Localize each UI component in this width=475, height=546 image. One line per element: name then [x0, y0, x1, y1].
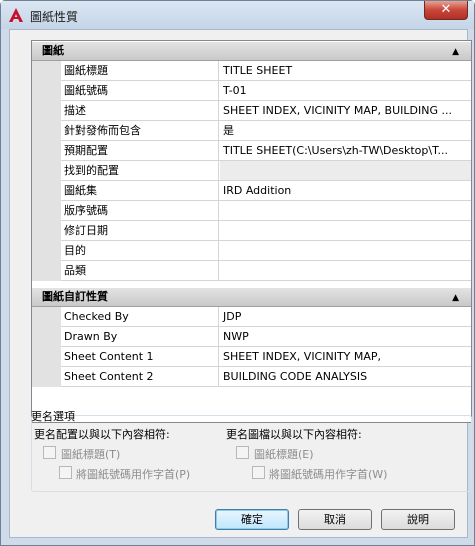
- property-name: 圖紙集: [61, 181, 219, 200]
- property-value[interactable]: [220, 261, 471, 280]
- sheet-title-drawing-label: 圖紙標題(E): [254, 448, 314, 461]
- sheet-properties-dialog: 圖紙性質 ✕ 圖紙 ▲ 圖紙標題 TITLE SHEET 圖紙號碼 T-01 描…: [0, 0, 475, 546]
- category-header-custom[interactable]: 圖紙自訂性質 ▲: [32, 287, 471, 307]
- category-header-sheet[interactable]: 圖紙 ▲: [32, 41, 471, 61]
- title-bar[interactable]: 圖紙性質 ✕: [1, 1, 474, 29]
- category-gutter: [32, 307, 61, 387]
- prefix-layout-checkbox[interactable]: [59, 466, 72, 479]
- property-name: 修訂日期: [61, 221, 219, 240]
- property-name: 版序號碼: [61, 201, 219, 220]
- sheet-title-layout-label: 圖紙標題(T): [61, 448, 121, 461]
- property-row[interactable]: 圖紙集 IRD Addition: [61, 181, 471, 201]
- property-name: 針對發佈而包含: [61, 121, 219, 140]
- rename-options-title: 更名選項: [31, 410, 75, 423]
- category-gutter: [32, 61, 61, 281]
- property-row[interactable]: Drawn By NWP: [61, 327, 471, 347]
- property-value[interactable]: SHEET INDEX, VICINITY MAP, BUILDING ...: [220, 101, 471, 120]
- property-value[interactable]: T-01: [220, 81, 471, 100]
- prefix-drawing-checkbox[interactable]: [252, 466, 265, 479]
- property-grid-area: 圖紙 ▲ 圖紙標題 TITLE SHEET 圖紙號碼 T-01 描述 SHEET…: [32, 41, 471, 422]
- property-name: Drawn By: [61, 327, 219, 346]
- prefix-layout-label: 將圖紙號碼用作字首(P): [76, 468, 191, 481]
- property-name: Checked By: [61, 307, 219, 326]
- property-name: 目的: [61, 241, 219, 260]
- property-row[interactable]: 品類: [61, 261, 471, 281]
- property-name: 預期配置: [61, 141, 219, 160]
- property-row[interactable]: Sheet Content 1 SHEET INDEX, VICINITY MA…: [61, 347, 471, 367]
- property-value[interactable]: [220, 241, 471, 260]
- collapse-arrow-icon[interactable]: ▲: [452, 289, 459, 307]
- property-value: [220, 161, 471, 180]
- property-row[interactable]: 目的: [61, 241, 471, 261]
- property-grid[interactable]: 圖紙 ▲ 圖紙標題 TITLE SHEET 圖紙號碼 T-01 描述 SHEET…: [31, 40, 472, 423]
- category-title: 圖紙: [42, 44, 64, 57]
- property-name: 找到的配置: [61, 161, 219, 180]
- prefix-drawing-label: 將圖紙號碼用作字首(W): [269, 468, 388, 481]
- property-row[interactable]: 版序號碼: [61, 201, 471, 221]
- dialog-body: 圖紙 ▲ 圖紙標題 TITLE SHEET 圖紙號碼 T-01 描述 SHEET…: [9, 29, 472, 538]
- property-value[interactable]: JDP: [220, 307, 471, 326]
- ok-button[interactable]: 確定: [215, 509, 289, 530]
- property-row[interactable]: 針對發佈而包含 是: [61, 121, 471, 141]
- property-value[interactable]: SHEET INDEX, VICINITY MAP,: [220, 347, 471, 366]
- property-name: 圖紙號碼: [61, 81, 219, 100]
- property-row[interactable]: 預期配置 TITLE SHEET(C:\Users\zh-TW\Desktop\…: [61, 141, 471, 161]
- sheet-title-layout-checkbox[interactable]: [43, 446, 56, 459]
- property-row[interactable]: 圖紙標題 TITLE SHEET: [61, 61, 471, 81]
- property-name: 品類: [61, 261, 219, 280]
- property-value[interactable]: IRD Addition: [220, 181, 471, 200]
- property-row[interactable]: Sheet Content 2 BUILDING CODE ANALYSIS: [61, 367, 471, 387]
- property-value[interactable]: 是: [220, 121, 471, 140]
- close-icon: ✕: [440, 2, 452, 17]
- property-name: 描述: [61, 101, 219, 120]
- property-value[interactable]: TITLE SHEET: [220, 61, 471, 80]
- rename-layout-heading: 更名配置以與以下內容相符:: [34, 428, 170, 441]
- property-row[interactable]: 描述 SHEET INDEX, VICINITY MAP, BUILDING .…: [61, 101, 471, 121]
- sheet-title-drawing-checkbox[interactable]: [236, 446, 249, 459]
- help-button[interactable]: 說明: [381, 509, 455, 530]
- property-value[interactable]: NWP: [220, 327, 471, 346]
- rename-drawing-heading: 更名圖檔以與以下內容相符:: [226, 428, 362, 441]
- window-title: 圖紙性質: [30, 10, 79, 24]
- category-title: 圖紙自訂性質: [42, 290, 108, 303]
- property-name: 圖紙標題: [61, 61, 219, 80]
- property-value[interactable]: [220, 201, 471, 220]
- property-row[interactable]: 找到的配置: [61, 161, 471, 181]
- collapse-arrow-icon[interactable]: ▲: [452, 43, 459, 61]
- property-value[interactable]: [220, 221, 471, 240]
- close-button[interactable]: ✕: [424, 1, 468, 20]
- property-value[interactable]: BUILDING CODE ANALYSIS: [220, 367, 471, 386]
- property-row[interactable]: 圖紙號碼 T-01: [61, 81, 471, 101]
- cancel-button[interactable]: 取消: [298, 509, 372, 530]
- property-value[interactable]: TITLE SHEET(C:\Users\zh-TW\Desktop\T...: [220, 141, 471, 160]
- property-name: Sheet Content 1: [61, 347, 219, 366]
- autocad-a-icon: [9, 8, 23, 22]
- property-name: Sheet Content 2: [61, 367, 219, 386]
- property-row[interactable]: Checked By JDP: [61, 307, 471, 327]
- property-row[interactable]: 修訂日期: [61, 221, 471, 241]
